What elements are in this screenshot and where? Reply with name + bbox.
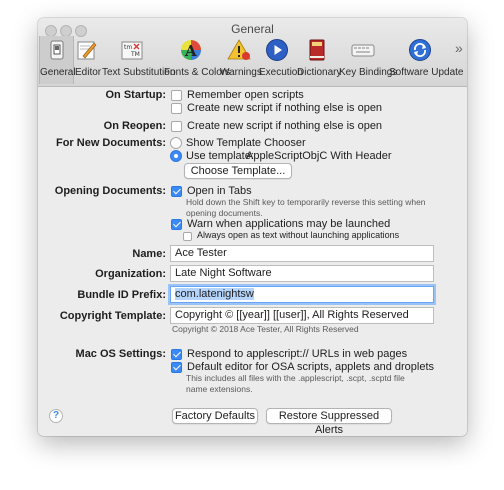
window-title: General: [231, 22, 274, 36]
name-label: Name:: [132, 248, 166, 260]
toolbar-key-bindings[interactable]: Key Bindings: [339, 36, 398, 84]
startup-new-script-text: Create new script if nothing else is ope…: [187, 102, 383, 114]
show-template-chooser-text: Show Template Chooser: [186, 137, 306, 149]
copyright-template-label: Copyright Template:: [59, 310, 166, 322]
switch-icon: [50, 40, 63, 60]
toolbar-dictionary-label: Dictionary: [297, 67, 342, 78]
for-new-documents-label: For New Documents:: [55, 137, 166, 149]
copyright-template-field[interactable]: Copyright © [[year]] [[user]], All Right…: [170, 307, 434, 324]
organization-field[interactable]: Late Night Software: [170, 265, 434, 282]
template-name: AppleScriptObjC With Header: [246, 150, 392, 162]
toolbar-fonts-colors-label: Fonts & Colors: [164, 67, 231, 78]
fonts-colors-icon: A: [181, 40, 201, 60]
reopen-new-script-checkbox[interactable]: [171, 121, 182, 132]
warn-applications-checkbox[interactable]: [171, 219, 182, 230]
toolbar-editor-label: Editor: [75, 67, 102, 78]
bundle-id-prefix-label: Bundle ID Prefix:: [77, 289, 166, 301]
use-template-text: Use template:: [186, 150, 254, 162]
text-substitution-icon: tm TM: [121, 41, 143, 60]
show-template-chooser-radio[interactable]: [170, 137, 182, 149]
open-in-tabs-text: Open in Tabs: [187, 185, 252, 197]
mac-os-settings-label: Mac OS Settings:: [75, 348, 166, 360]
open-in-tabs-checkbox[interactable]: [171, 186, 182, 197]
remember-open-scripts-checkbox[interactable]: [171, 90, 182, 101]
toolbar-dictionary[interactable]: Dictionary: [297, 36, 342, 84]
toolbar-warnings[interactable]: Warnings: [220, 36, 262, 84]
play-icon: [266, 39, 288, 61]
on-reopen-label: On Reopen:: [103, 120, 166, 132]
organization-label: Organization:: [95, 268, 166, 280]
software-update-icon: [409, 39, 431, 61]
remember-open-scripts-text: Remember open scripts: [187, 89, 304, 101]
toolbar-general-label: General: [40, 67, 76, 78]
toolbar-fonts-colors[interactable]: A Fonts & Colors: [164, 36, 231, 84]
default-editor-checkbox[interactable]: [171, 362, 182, 373]
svg-text:A: A: [184, 42, 197, 60]
copyright-preview: Copyright © 2018 Ace Tester, All Rights …: [172, 324, 359, 334]
toolbar-execution-label: Execution: [259, 67, 303, 78]
toolbar-warnings-label: Warnings: [220, 67, 262, 78]
reopen-new-script-text: Create new script if nothing else is ope…: [187, 120, 383, 132]
bundle-id-prefix-field[interactable]: com.latenightsw: [170, 286, 434, 303]
on-startup-label: On Startup:: [105, 89, 167, 101]
titlebar-toolbar: General General Editor tm TM Text Substi…: [38, 18, 467, 87]
toolbar-overflow-chevron[interactable]: »: [455, 40, 463, 56]
svg-text:TM: TM: [130, 51, 140, 58]
dictionary-icon: [309, 39, 325, 61]
toolbar-text-substitution-label: Text Substitution: [102, 67, 176, 78]
toolbar-key-bindings-label: Key Bindings: [339, 67, 398, 78]
open-in-tabs-note: Hold down the Shift key to temporarily r…: [186, 197, 426, 218]
factory-defaults-button[interactable]: Factory Defaults: [172, 408, 258, 424]
toolbar-text-substitution[interactable]: tm TM Text Substitution: [102, 36, 176, 84]
toolbar-software-update[interactable]: Software Update: [389, 36, 464, 84]
name-field[interactable]: Ace Tester: [170, 245, 434, 262]
bundle-id-prefix-value: com.latenightsw: [175, 288, 254, 300]
toolbar-general[interactable]: General: [39, 36, 76, 84]
startup-new-script-checkbox[interactable]: [171, 103, 182, 114]
svg-text:tm: tm: [124, 44, 132, 51]
toolbar-execution[interactable]: Execution: [259, 36, 303, 84]
default-editor-note: This includes all files with the .apples…: [186, 373, 405, 394]
use-template-radio[interactable]: [170, 150, 182, 162]
toolbar-editor[interactable]: Editor: [75, 36, 102, 84]
toolbar-software-update-label: Software Update: [389, 67, 464, 78]
opening-documents-label: Opening Documents:: [54, 185, 166, 197]
restore-suppressed-alerts-button[interactable]: Restore Suppressed Alerts: [266, 408, 392, 436]
always-open-text-text: Always open as text without launching ap…: [197, 230, 400, 240]
keyboard-icon: [351, 44, 375, 57]
default-editor-text: Default editor for OSA scripts, applets …: [187, 361, 435, 373]
warning-icon: [226, 39, 251, 60]
respond-urls-text: Respond to applescript:// URLs in web pa…: [187, 348, 408, 360]
warn-applications-text: Warn when applications may be launched: [187, 218, 391, 230]
pencil-icon: [77, 41, 97, 60]
preferences-window: General General Editor tm TM Text Substi…: [38, 18, 467, 436]
always-open-text-checkbox[interactable]: [183, 232, 192, 241]
respond-urls-checkbox[interactable]: [171, 349, 182, 360]
choose-template-button[interactable]: Choose Template...: [184, 163, 292, 179]
help-button[interactable]: ?: [49, 409, 63, 423]
